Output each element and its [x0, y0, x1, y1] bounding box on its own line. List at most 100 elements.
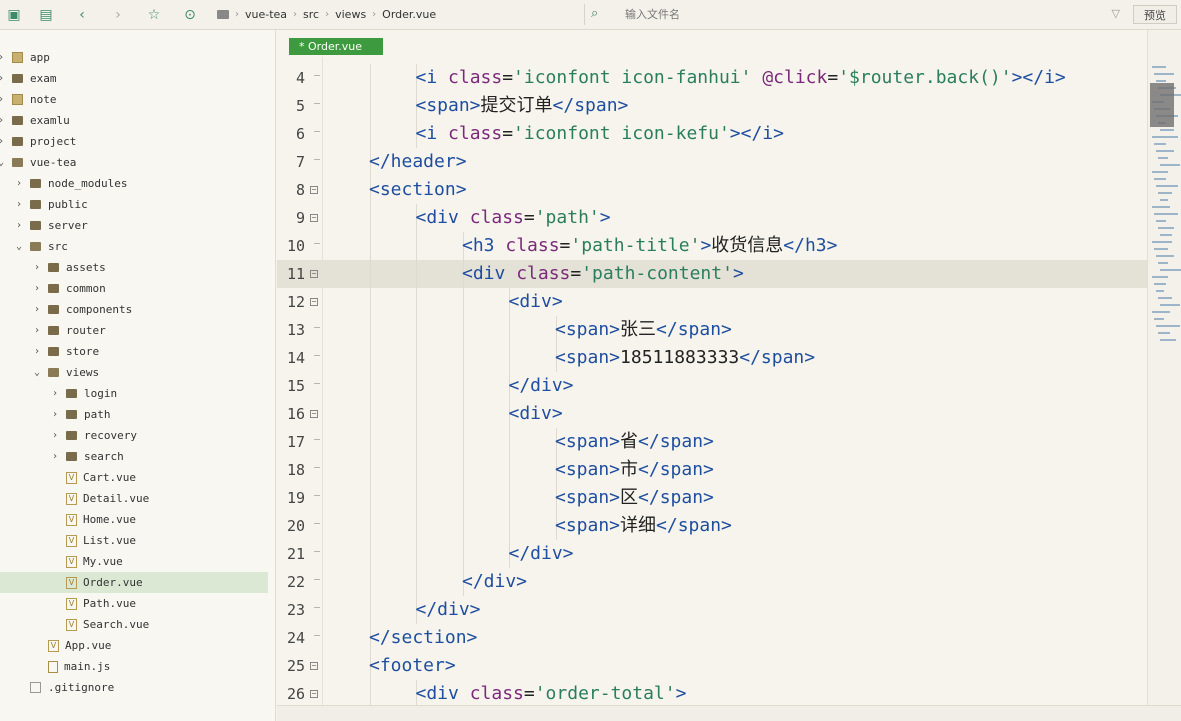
save-icon[interactable]: ▤: [36, 5, 56, 25]
tree-item-assets[interactable]: › assets: [0, 257, 268, 278]
breadcrumb-item[interactable]: Order.vue: [382, 8, 436, 21]
code-line[interactable]: 4 <i class='iconfont icon-fanhui' @click=…: [277, 64, 1147, 92]
chevron-right-icon[interactable]: ›: [50, 409, 60, 420]
breadcrumb-item[interactable]: src: [303, 8, 319, 21]
code-text[interactable]: <span>详细</span>: [555, 512, 732, 540]
code-line[interactable]: 26− <div class='order-total'>: [277, 680, 1147, 705]
tree-item-public[interactable]: › public: [0, 194, 268, 215]
chevron-right-icon[interactable]: ›: [0, 73, 6, 84]
code-text[interactable]: <i class='iconfont icon-kefu'></i>: [416, 120, 784, 148]
chevron-right-icon[interactable]: ›: [14, 199, 24, 210]
code-line[interactable]: 9− <div class='path'>: [277, 204, 1147, 232]
tree-item-order-vue[interactable]: V Order.vue: [0, 572, 268, 593]
tree-item-views[interactable]: ⌄ views: [0, 362, 268, 383]
code-line[interactable]: 20 <span>详细</span>: [277, 512, 1147, 540]
tree-item-exam[interactable]: › exam: [0, 68, 268, 89]
tree-item-server[interactable]: › server: [0, 215, 268, 236]
fold-toggle-icon[interactable]: −: [310, 690, 318, 698]
tree-item-my-vue[interactable]: V My.vue: [0, 551, 268, 572]
code-line[interactable]: 21 </div>: [277, 540, 1147, 568]
code-line[interactable]: 16− <div>: [277, 400, 1147, 428]
code-line[interactable]: 12− <div>: [277, 288, 1147, 316]
chevron-right-icon[interactable]: ›: [32, 283, 42, 294]
code-line[interactable]: 18 <span>市</span>: [277, 456, 1147, 484]
run-icon[interactable]: ⊙: [180, 5, 200, 25]
chevron-right-icon[interactable]: ›: [32, 325, 42, 336]
fold-toggle-icon[interactable]: −: [310, 662, 318, 670]
tree-item-app-vue[interactable]: V App.vue: [0, 635, 268, 656]
chevron-down-icon[interactable]: ⌄: [0, 157, 6, 168]
chevron-right-icon[interactable]: ›: [32, 262, 42, 273]
code-text[interactable]: <span>18511883333</span>: [555, 344, 815, 372]
code-text[interactable]: <section>: [369, 176, 467, 204]
code-line[interactable]: 5 <span>提交订单</span>: [277, 92, 1147, 120]
chevron-right-icon[interactable]: ›: [0, 52, 6, 63]
filter-icon[interactable]: ▽: [1112, 7, 1120, 20]
tree-item-project[interactable]: › project: [0, 131, 268, 152]
code-text[interactable]: <div class='path-content'>: [462, 260, 744, 288]
code-text[interactable]: <span>省</span>: [555, 428, 714, 456]
code-text[interactable]: </section>: [369, 624, 477, 652]
horizontal-scrollbar[interactable]: [277, 705, 1181, 721]
code-text[interactable]: <div class='order-total'>: [416, 680, 687, 705]
code-text[interactable]: </header>: [369, 148, 467, 176]
code-text[interactable]: <span>区</span>: [555, 484, 714, 512]
tree-item-recovery[interactable]: › recovery: [0, 425, 268, 446]
scrollbar-thumb[interactable]: [1150, 83, 1174, 127]
tree-item-main-js[interactable]: main.js: [0, 656, 268, 677]
breadcrumb-item[interactable]: vue-tea: [245, 8, 287, 21]
chevron-right-icon[interactable]: ›: [14, 178, 24, 189]
code-text[interactable]: <div>: [509, 288, 563, 316]
tree-item-path[interactable]: › path: [0, 404, 268, 425]
code-text[interactable]: <div class='path'>: [416, 204, 611, 232]
code-line[interactable]: 13 <span>张三</span>: [277, 316, 1147, 344]
tree-item-app[interactable]: › app: [0, 47, 268, 68]
chevron-right-icon[interactable]: ›: [32, 304, 42, 315]
tree-item-src[interactable]: ⌄ src: [0, 236, 268, 257]
code-line[interactable]: 14 <span>18511883333</span>: [277, 344, 1147, 372]
fold-toggle-icon[interactable]: −: [310, 270, 318, 278]
code-text[interactable]: </div>: [416, 596, 481, 624]
new-file-icon[interactable]: ▣: [4, 5, 24, 25]
tree-item-search[interactable]: › search: [0, 446, 268, 467]
chevron-right-icon[interactable]: ›: [50, 388, 60, 399]
code-line[interactable]: 25− <footer>: [277, 652, 1147, 680]
code-line[interactable]: 22 </div>: [277, 568, 1147, 596]
chevron-right-icon[interactable]: ›: [32, 346, 42, 357]
fold-toggle-icon[interactable]: −: [310, 410, 318, 418]
tree-item-search-vue[interactable]: V Search.vue: [0, 614, 268, 635]
tab-order-vue[interactable]: * Order.vue: [289, 38, 383, 55]
code-text[interactable]: <i class='iconfont icon-fanhui' @click='…: [416, 64, 1066, 92]
chevron-right-icon[interactable]: ›: [0, 94, 6, 105]
breadcrumb-item[interactable]: views: [335, 8, 366, 21]
code-line[interactable]: 6 <i class='iconfont icon-kefu'></i>: [277, 120, 1147, 148]
tree-item-detail-vue[interactable]: V Detail.vue: [0, 488, 268, 509]
code-line[interactable]: 15 </div>: [277, 372, 1147, 400]
chevron-right-icon[interactable]: ›: [50, 451, 60, 462]
tree-item-path-vue[interactable]: V Path.vue: [0, 593, 268, 614]
code-line[interactable]: 7 </header>: [277, 148, 1147, 176]
code-line[interactable]: 23 </div>: [277, 596, 1147, 624]
code-line[interactable]: 10 <h3 class='path-title'>收货信息</h3>: [277, 232, 1147, 260]
code-text[interactable]: <h3 class='path-title'>收货信息</h3>: [462, 232, 837, 260]
tree-item-store[interactable]: › store: [0, 341, 268, 362]
code-line[interactable]: 11− <div class='path-content'>: [277, 260, 1147, 288]
tree-item-vue-tea[interactable]: ⌄ vue-tea: [0, 152, 268, 173]
back-icon[interactable]: ‹: [72, 5, 92, 25]
code-line[interactable]: 8− <section>: [277, 176, 1147, 204]
code-text[interactable]: <span>张三</span>: [555, 316, 732, 344]
code-text[interactable]: <div>: [509, 400, 563, 428]
tree-item-router[interactable]: › router: [0, 320, 268, 341]
code-text[interactable]: </div>: [462, 568, 527, 596]
chevron-right-icon[interactable]: ›: [0, 136, 6, 147]
tree-item-common[interactable]: › common: [0, 278, 268, 299]
code-text[interactable]: <footer>: [369, 652, 456, 680]
code-editor[interactable]: * Order.vue 4 <i class='iconfont icon-fan…: [277, 30, 1147, 705]
code-line[interactable]: 24 </section>: [277, 624, 1147, 652]
tree-item--gitignore[interactable]: .gitignore: [0, 677, 268, 698]
tree-item-list-vue[interactable]: V List.vue: [0, 530, 268, 551]
fold-toggle-icon[interactable]: −: [310, 298, 318, 306]
star-icon[interactable]: ☆: [144, 5, 164, 25]
tree-item-node-modules[interactable]: › node_modules: [0, 173, 268, 194]
chevron-down-icon[interactable]: ⌄: [14, 241, 24, 252]
